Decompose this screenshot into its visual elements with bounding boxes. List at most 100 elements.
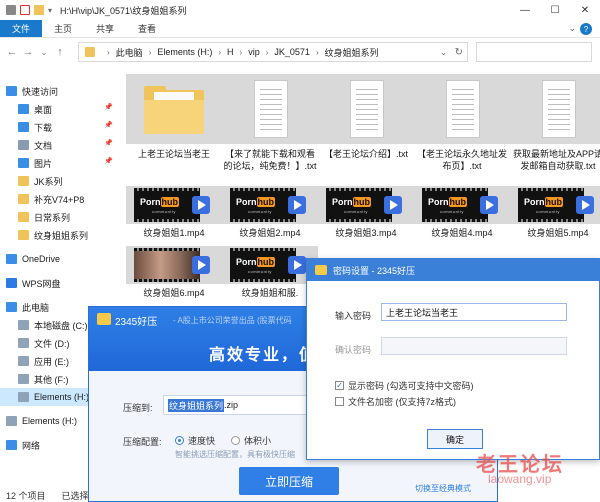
crumb-drive-h[interactable]: Elements (H:) <box>157 47 212 57</box>
crumb-h[interactable]: H <box>227 47 234 57</box>
radio-small[interactable]: 体积小 <box>231 434 271 447</box>
start-compress-button[interactable]: 立即压缩 <box>239 467 339 495</box>
forward-icon[interactable]: → <box>20 46 36 58</box>
up-icon[interactable]: ↑ <box>52 46 68 58</box>
sidebar-item[interactable]: 文档 <box>0 136 52 154</box>
sidebar-item[interactable]: 补充V74+P8 <box>0 190 84 208</box>
documents-icon <box>18 140 29 150</box>
app-logo-icon <box>97 313 111 325</box>
properties-icon[interactable] <box>20 5 30 15</box>
sidebar-item[interactable]: 网络 <box>0 436 40 454</box>
pin-icon[interactable]: 📌 <box>104 139 113 147</box>
sidebar-item[interactable]: 本地磁盘 (C:) <box>0 316 88 334</box>
crumb-current-folder[interactable]: 纹身姐姐系列 <box>325 46 379 59</box>
maximize-icon[interactable]: ☐ <box>540 0 570 20</box>
sidebar-item[interactable]: 此电脑 <box>0 298 49 316</box>
sidebar-item[interactable]: OneDrive <box>0 250 60 268</box>
sidebar-item-label: 文档 <box>34 140 53 151</box>
search-input[interactable] <box>476 42 592 62</box>
address-bar[interactable]: › 此电脑 › Elements (H:) › H › vip › JK_057… <box>78 42 468 62</box>
folder-icon <box>18 212 29 222</box>
video-logo-sub: community <box>152 209 176 214</box>
pin-icon[interactable]: 📌 <box>104 103 113 111</box>
sidebar-item-label: WPS网盘 <box>22 278 61 289</box>
sidebar-item[interactable]: 桌面 <box>0 100 52 118</box>
drive-icon <box>18 356 29 366</box>
app-logo-icon <box>315 265 327 275</box>
sidebar-item-label: 日常系列 <box>34 212 71 223</box>
video-player-icon <box>192 196 210 214</box>
file-name: 获取最新地址及APP请发邮箱自动获取.txt <box>512 149 600 171</box>
classic-mode-link[interactable]: 切换至经典模式 <box>415 483 471 494</box>
back-icon[interactable]: ← <box>4 46 20 58</box>
crumb-vip[interactable]: vip <box>248 47 260 57</box>
sidebar-item[interactable]: 其他 (F:) <box>0 370 69 388</box>
video-logo: Pornhub <box>236 257 276 267</box>
encrypt-filenames-checkbox[interactable]: 文件名加密 (仅支持7z格式) <box>335 395 456 408</box>
video-frame: Pornhub community <box>230 248 296 282</box>
customize-dropdown-icon[interactable]: ▾ <box>48 6 52 15</box>
quick-access-toolbar: ▾ <box>0 5 52 15</box>
compress-path-selected-text: 纹身姐姐系列 <box>168 398 225 412</box>
sidebar-item[interactable]: 文件 (D:) <box>0 334 70 352</box>
new-folder-icon[interactable] <box>34 5 44 15</box>
pin-icon[interactable]: 📌 <box>104 121 113 129</box>
close-icon[interactable]: ✕ <box>570 0 600 20</box>
expand-ribbon-icon[interactable]: ⌄ <box>568 23 576 34</box>
video-logo-sub: community <box>248 269 272 274</box>
sidebar-item-label: 补充V74+P8 <box>34 194 85 205</box>
sidebar-item[interactable]: 下载 <box>0 118 52 136</box>
sidebar-item[interactable]: 快速访问 <box>0 82 58 100</box>
video-logo: Pornhub <box>140 197 180 207</box>
sidebar-item[interactable]: Elements (H:) <box>0 412 77 430</box>
sidebar-item[interactable]: WPS网盘 <box>0 274 61 292</box>
folder-icon <box>18 176 29 186</box>
sidebar-item[interactable]: JK系列 <box>0 172 63 190</box>
crumb-jk0571[interactable]: JK_0571 <box>274 47 310 57</box>
file-name: 【老王论坛介绍】.txt <box>323 149 408 159</box>
tab-home[interactable]: 主页 <box>42 20 84 37</box>
radio-unselected-icon <box>231 436 240 445</box>
chevron-right-icon: › <box>218 47 222 57</box>
sidebar-item[interactable]: 应用 (E:) <box>0 352 69 370</box>
confirm-password-input[interactable] <box>381 337 567 355</box>
radio-selected-icon <box>175 436 184 445</box>
sidebar-item-label: 此电脑 <box>22 302 50 313</box>
ok-button[interactable]: 确定 <box>427 429 483 449</box>
crumb-this-pc[interactable]: 此电脑 <box>116 46 143 59</box>
thumbnail: Pornhub community <box>414 186 510 224</box>
recent-dropdown-icon[interactable]: ⌄ <box>36 48 52 57</box>
sidebar-item-label: 本地磁盘 (C:) <box>34 320 88 331</box>
address-dropdown-icon[interactable]: ⌄ <box>440 48 447 57</box>
minimize-icon[interactable]: — <box>510 0 540 20</box>
video-frame: Pornhub community <box>518 188 584 222</box>
chevron-right-icon: › <box>148 47 152 57</box>
help-icon[interactable]: ? <box>580 23 592 35</box>
sidebar-item[interactable]: 日常系列 <box>0 208 70 226</box>
video-frame <box>134 248 200 282</box>
sidebar-item[interactable]: 图片 <box>0 154 52 172</box>
radio-fast[interactable]: 速度快 <box>175 434 215 447</box>
tab-file[interactable]: 文件 <box>0 20 43 37</box>
password-input[interactable]: 上老王论坛当老王 <box>381 303 567 321</box>
tab-share[interactable]: 共享 <box>84 20 126 37</box>
pin-icon[interactable]: 📌 <box>104 157 113 165</box>
chevron-right-icon: › <box>265 47 269 57</box>
video-logo: Pornhub <box>428 197 468 207</box>
folder-icon <box>85 47 95 57</box>
sidebar-item[interactable]: 纹身姐姐系列 <box>0 226 88 244</box>
show-password-checkbox[interactable]: ✓ 显示密码 (勾选可支持中文密码) <box>335 379 474 392</box>
sidebar-item[interactable]: Elements (H:) <box>0 388 90 406</box>
compress-path-label: 压缩到: <box>123 403 153 413</box>
chevron-right-icon: › <box>239 47 243 57</box>
pc-icon <box>6 302 17 312</box>
refresh-icon[interactable]: ↻ <box>455 47 463 58</box>
tab-view[interactable]: 查看 <box>126 20 168 37</box>
ribbon-tabs: 文件 主页 共享 查看 ⌄ ? <box>0 20 600 38</box>
video-player-icon <box>192 256 210 274</box>
app-menu-icon[interactable] <box>6 5 16 15</box>
compress-path-input[interactable]: 纹身姐姐系列 .zip <box>163 395 313 415</box>
pictures-icon <box>18 158 29 168</box>
sidebar-item-label: Elements (H:) <box>22 416 78 426</box>
desktop-icon <box>18 104 29 114</box>
